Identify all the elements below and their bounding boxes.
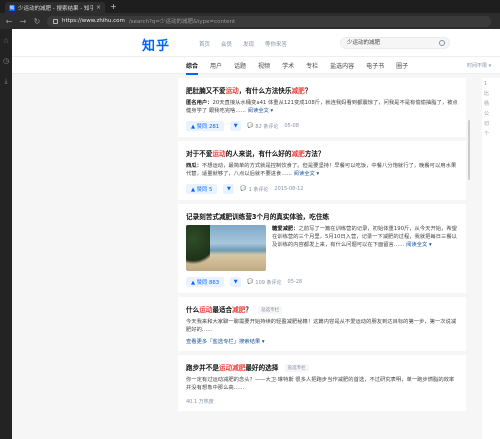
downvote-button[interactable]: ▼	[230, 121, 242, 131]
more-salt-results-link[interactable]: 查看更多「盐选专栏」搜索结果 ▾	[186, 337, 458, 345]
downvote-button[interactable]: ▼	[223, 184, 235, 194]
url-path: /search?q=少运动的减肥&type=content	[128, 19, 236, 25]
result-actions: ▲ 赞同 5 ▼ 💬 1 条评论 2015-08-12	[186, 184, 458, 194]
search-value: 少运动的减肥	[347, 40, 381, 46]
result-date: 05-08	[284, 123, 299, 129]
zhihu-header: 知乎 首页 会员 发现 等你来答 少运动的减肥	[12, 29, 500, 57]
result-card: 记录刻苦式减肥训练营3个月的真实体验，吃住练 糖爱减肥：之前写了一篇在训练营的记…	[178, 204, 466, 293]
comment-icon: 💬	[240, 186, 247, 192]
scrollbar[interactable]	[468, 120, 470, 180]
zhihu-logo[interactable]: 知乎	[142, 35, 170, 54]
upvote-button[interactable]: ▲ 赞同 281	[186, 121, 225, 131]
result-actions: ▲ 赞同 863 ▼ 💬 109 条评论 05-28	[186, 277, 458, 287]
sidebar-text: 公	[484, 111, 490, 117]
search-results: 肥肚腩又不爱运动，有什么方法快乐减肥？ 匿名用户：20天直接从水桶变a41 体重…	[178, 78, 466, 415]
result-title[interactable]: 记录刻苦式减肥训练营3个月的真实体验，吃住练	[186, 211, 458, 221]
back-icon[interactable]: ←	[5, 17, 13, 26]
sidebar-favorites-icon[interactable]: ☆	[0, 37, 12, 45]
browser-toolbar: ← → ↻ https://www.zhihu.com /search?q=少运…	[0, 13, 500, 29]
sidebar-text: 切	[484, 121, 490, 127]
author-name[interactable]: 匿名用户：	[186, 100, 213, 106]
result-card: 跑步并不是运动减肥最好的选择 盐选专栏 你一定有过运动减肥的念头？——大卫·琳特…	[178, 355, 466, 411]
salt-column-badge: 盐选专栏	[284, 364, 309, 372]
author-name[interactable]: 糖爱减肥：	[272, 226, 299, 232]
tab-circles[interactable]: 圈子	[396, 61, 408, 70]
nav-vip[interactable]: 会员	[221, 40, 232, 48]
new-tab-icon[interactable]: +	[110, 2, 117, 11]
nav-home[interactable]: 首页	[199, 40, 210, 48]
result-title[interactable]: 什么运动最适合减肥？ 盐选专栏	[186, 304, 458, 314]
zhihu-favicon: 知	[9, 4, 15, 11]
sidebar-downloads-icon[interactable]: ⤓	[0, 77, 12, 86]
url-host: https://www.zhihu.com	[62, 18, 125, 24]
comments-button[interactable]: 💬 82 条评论	[247, 123, 278, 130]
sidebar-text: 个	[484, 131, 490, 137]
close-tab-icon[interactable]: ×	[96, 4, 101, 11]
read-more-link[interactable]: 阅读全文 ▾	[406, 242, 432, 248]
result-title[interactable]: 对于不爱运动的人来说，有什么好的减肥方法？	[186, 148, 458, 158]
result-card: 肥肚腩又不爱运动，有什么方法快乐减肥？ 匿名用户：20天直接从水桶变a41 体重…	[178, 78, 466, 137]
nav-discover[interactable]: 发现	[243, 40, 254, 48]
result-meta: 40.1 万热度	[186, 398, 458, 405]
tab-ebooks[interactable]: 电子书	[366, 61, 384, 70]
result-actions: ▲ 赞同 281 ▼ 💬 82 条评论 05-08	[186, 121, 458, 131]
heat-count: 40.1 万热度	[186, 399, 214, 405]
comment-icon: 💬	[247, 123, 254, 129]
sidebar-text: 杨	[484, 101, 490, 107]
upvote-button[interactable]: ▲ 赞同 863	[186, 277, 225, 287]
tab-title: 少运动的减肥 - 搜索结果 - 知乎	[18, 5, 93, 12]
beach-thumbnail-image[interactable]	[186, 225, 266, 271]
result-date: 2015-08-12	[274, 186, 304, 192]
tab-users[interactable]: 用户	[210, 61, 222, 70]
reload-icon[interactable]: ↻	[33, 17, 41, 26]
search-input[interactable]: 少运动的减肥	[340, 37, 450, 49]
result-title[interactable]: 跑步并不是运动减肥最好的选择 盐选专栏	[186, 362, 458, 372]
forward-icon[interactable]: →	[19, 17, 27, 26]
top-nav: 首页 会员 发现 等你来答	[199, 40, 287, 48]
result-date: 05-28	[287, 279, 303, 285]
tab-all[interactable]: 综合	[186, 61, 199, 75]
read-more-link[interactable]: 阅读全文 ▾	[248, 108, 274, 114]
sidebar-text: 1	[484, 81, 488, 87]
browser-tabstrip: 知 少运动的减肥 - 搜索结果 - 知乎 × +	[0, 0, 500, 13]
sidebar-history-icon[interactable]: ◷	[0, 57, 12, 65]
nav-waiting[interactable]: 等你来答	[265, 40, 287, 48]
result-excerpt[interactable]: 你一定有过运动减肥的念头？——大卫·琳特斯 很多人把跑步当作减肥的首选，不过研究…	[186, 376, 458, 392]
result-excerpt[interactable]: 西瓜：不想运动，最简单的方式就是控制饮食了。但是要坚持！早餐可以吃饭，中餐八分饱…	[186, 162, 458, 178]
result-excerpt[interactable]: 糖爱减肥：之前写了一篇在训练营的记录，初始体重190斤，从今天开始，希望在训练营…	[272, 225, 458, 271]
result-excerpt[interactable]: 今天我来和大家聊一聊需要开始持续的轻盈减肥秘籍！这篇内容是从不爱运动的朋友到达目…	[186, 318, 458, 334]
result-card: 对于不爱运动的人来说，有什么好的减肥方法？ 西瓜：不想运动，最简单的方式就是控制…	[178, 141, 466, 200]
result-excerpt[interactable]: 匿名用户：20天直接从水桶变a41 体重从121变成108斤，就连我妈看到都震惊…	[186, 99, 458, 115]
search-icon[interactable]	[439, 40, 445, 46]
filter-bar: 综合 用户 话题 视频 学术 专栏 盐选内容 电子书 圈子 时间不限 ▾	[12, 57, 500, 75]
right-sidebar: 1 比 杨 公 切 个	[482, 78, 500, 439]
address-bar[interactable]: https://www.zhihu.com /search?q=少运动的减肥&t…	[47, 15, 491, 27]
time-filter-dropdown[interactable]: 时间不限 ▾	[467, 62, 491, 69]
result-card: 什么运动最适合减肥？ 盐选专栏 今天我来和大家聊一聊需要开始持续的轻盈减肥秘籍！…	[178, 297, 466, 351]
tab-videos[interactable]: 视频	[258, 61, 270, 70]
comments-button[interactable]: 💬 1 条评论	[240, 186, 268, 193]
comments-button[interactable]: 💬 109 条评论	[247, 279, 281, 286]
browser-sidebar: ☆ ◷ ⤓	[0, 29, 12, 439]
tab-salt[interactable]: 盐选内容	[330, 61, 354, 70]
browser-tab[interactable]: 知 少运动的减肥 - 搜索结果 - 知乎 ×	[5, 2, 105, 13]
tab-topics[interactable]: 话题	[234, 61, 246, 70]
downvote-button[interactable]: ▼	[230, 277, 242, 287]
upvote-button[interactable]: ▲ 赞同 5	[186, 184, 218, 194]
salt-column-badge: 盐选专栏	[258, 306, 283, 314]
author-name[interactable]: 西瓜：	[186, 163, 202, 169]
result-title[interactable]: 肥肚腩又不爱运动，有什么方法快乐减肥？	[186, 85, 458, 95]
lock-icon	[53, 18, 58, 24]
tab-academic[interactable]: 学术	[282, 61, 294, 70]
sidebar-text: 比	[484, 91, 490, 97]
read-more-link[interactable]: 阅读全文 ▾	[294, 171, 320, 177]
comment-icon: 💬	[247, 279, 254, 285]
tab-columns[interactable]: 专栏	[306, 61, 318, 70]
